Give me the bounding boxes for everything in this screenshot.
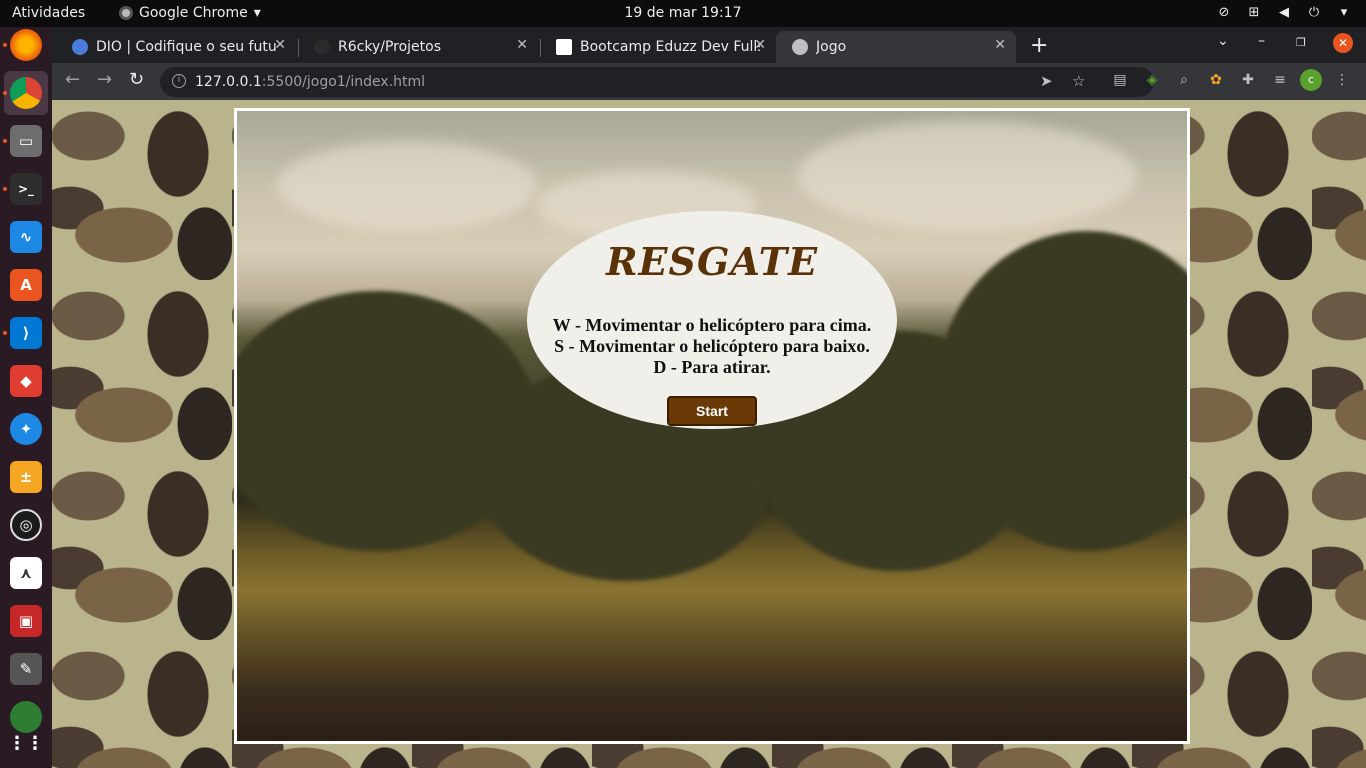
instruction-line: D - Para atirar. (653, 357, 771, 377)
tab-title: DIO | Codifique o seu futu (96, 39, 276, 55)
maximize-button[interactable]: ❐ (1296, 36, 1306, 49)
tab-dio[interactable]: DIO | Codifique o seu futu ✕ (56, 31, 296, 63)
forward-button[interactable]: → (97, 69, 112, 90)
window-close-button[interactable]: ✕ (1333, 33, 1353, 53)
extension-icon[interactable]: ◈ (1144, 72, 1160, 88)
puzzle-icon[interactable]: ✚ (1240, 72, 1256, 88)
media-control-icon[interactable]: ≡ (1272, 72, 1288, 88)
accessibility-icon[interactable]: ⊘ (1216, 5, 1232, 20)
game-canvas[interactable]: RESGATE W - Movimentar o helicóptero par… (234, 108, 1190, 744)
running-indicator (3, 43, 7, 47)
search-icon[interactable]: ⌕ (1176, 72, 1192, 88)
url-text[interactable]: 127.0.0.1:5500/jogo1/index.html (195, 74, 425, 90)
game-title: RESGATE (605, 239, 819, 284)
obs-icon[interactable]: ◎ (10, 509, 42, 541)
cloud (797, 121, 1137, 231)
chrome-icon[interactable] (10, 77, 42, 109)
running-indicator (3, 91, 7, 95)
running-indicator (3, 331, 7, 335)
instruction-line: W - Movimentar o helicóptero para cima. (552, 315, 872, 335)
terminal-icon[interactable]: >_ (10, 173, 42, 205)
software-center-icon[interactable]: A (10, 269, 42, 301)
browser-icon[interactable]: ✦ (10, 413, 42, 445)
bookmark-star-icon[interactable]: ☆ (1072, 72, 1085, 90)
network-tool-icon[interactable]: ⋏ (10, 557, 42, 589)
dock: ▭ >_ ∿ A ⟩ ◆ ✦ ± ◎ ⋏ ▣ ✎ ⋮⋮ (0, 27, 52, 768)
tab-title: Bootcamp Eduzz Dev Fullst (580, 39, 760, 55)
cloud (277, 141, 537, 231)
close-icon[interactable]: ✕ (516, 37, 528, 53)
tab-jogo[interactable]: Jogo ✕ (776, 31, 1016, 63)
start-menu: RESGATE W - Movimentar o helicóptero par… (527, 211, 897, 429)
instructions: W - Movimentar o helicóptero para cima. … (527, 315, 897, 378)
vscode-icon[interactable]: ⟩ (10, 317, 42, 349)
site-info-icon[interactable]: i (172, 74, 186, 88)
tab-github[interactable]: R6cky/Projetos ✕ (298, 31, 538, 63)
globe-icon (792, 39, 808, 55)
close-icon[interactable]: ✕ (754, 37, 766, 53)
volume-icon[interactable]: ◀ (1276, 5, 1292, 20)
close-icon[interactable]: ✕ (994, 37, 1006, 53)
system-monitor-icon[interactable]: ∿ (10, 221, 42, 253)
address-bar[interactable]: i 127.0.0.1:5500/jogo1/index.html ➤ ☆ (160, 67, 1154, 97)
send-icon[interactable]: ➤ (1040, 72, 1053, 90)
files-icon[interactable]: ▭ (10, 125, 42, 157)
gimp-icon[interactable]: ✎ (10, 653, 42, 685)
tab-strip: DIO | Codifique o seu futu ✕ R6cky/Proje… (52, 27, 1366, 63)
instruction-line: S - Movimentar o helicóptero para baixo. (554, 336, 870, 356)
chevron-down-icon[interactable]: ▾ (1336, 5, 1352, 20)
network-icon[interactable]: ⊞ (1246, 5, 1262, 20)
trello-favicon-icon (556, 39, 572, 55)
new-tab-button[interactable]: + (1030, 33, 1048, 58)
system-tray[interactable]: ⊘ ⊞ ◀ ⏻ ▾ (1216, 5, 1352, 20)
calculator-icon[interactable]: ± (10, 461, 42, 493)
extension-icon[interactable]: ✿ (1208, 72, 1224, 88)
tab-bootcamp[interactable]: Bootcamp Eduzz Dev Fullst ✕ (540, 31, 776, 63)
minimize-button[interactable]: – (1258, 33, 1265, 49)
firefox-icon[interactable] (10, 29, 42, 61)
menu-icon[interactable]: ⋮ (1334, 72, 1350, 88)
github-favicon-icon (314, 39, 330, 55)
avatar[interactable]: c (1300, 69, 1322, 91)
url-path: :5500/jogo1/index.html (261, 74, 426, 90)
browser-toolbar: ← → ↻ i 127.0.0.1:5500/jogo1/index.html … (52, 63, 1366, 100)
start-button[interactable]: Start (667, 396, 757, 426)
tab-title: Jogo (816, 39, 847, 55)
tab-title: R6cky/Projetos (338, 39, 442, 55)
close-icon[interactable]: ✕ (274, 37, 286, 53)
extension-icon[interactable]: ▤ (1112, 72, 1128, 88)
system-top-bar: Atividades Google Chrome ▾ 19 de mar 19:… (0, 0, 1366, 27)
running-indicator (3, 187, 7, 191)
tab-search-icon[interactable]: ⌄ (1217, 33, 1229, 49)
app-grid-icon[interactable]: ⋮⋮ (8, 727, 44, 759)
url-host: 127.0.0.1 (195, 74, 262, 90)
clock[interactable]: 19 de mar 19:17 (0, 5, 1366, 21)
media-app-icon[interactable]: ▣ (10, 605, 42, 637)
back-button[interactable]: ← (65, 69, 80, 90)
power-icon[interactable]: ⏻ (1306, 5, 1322, 20)
git-client-icon[interactable]: ◆ (10, 365, 42, 397)
dio-favicon-icon (72, 39, 88, 55)
page-viewport: RESGATE W - Movimentar o helicóptero par… (52, 100, 1366, 768)
running-indicator (3, 139, 7, 143)
reload-button[interactable]: ↻ (129, 69, 144, 90)
